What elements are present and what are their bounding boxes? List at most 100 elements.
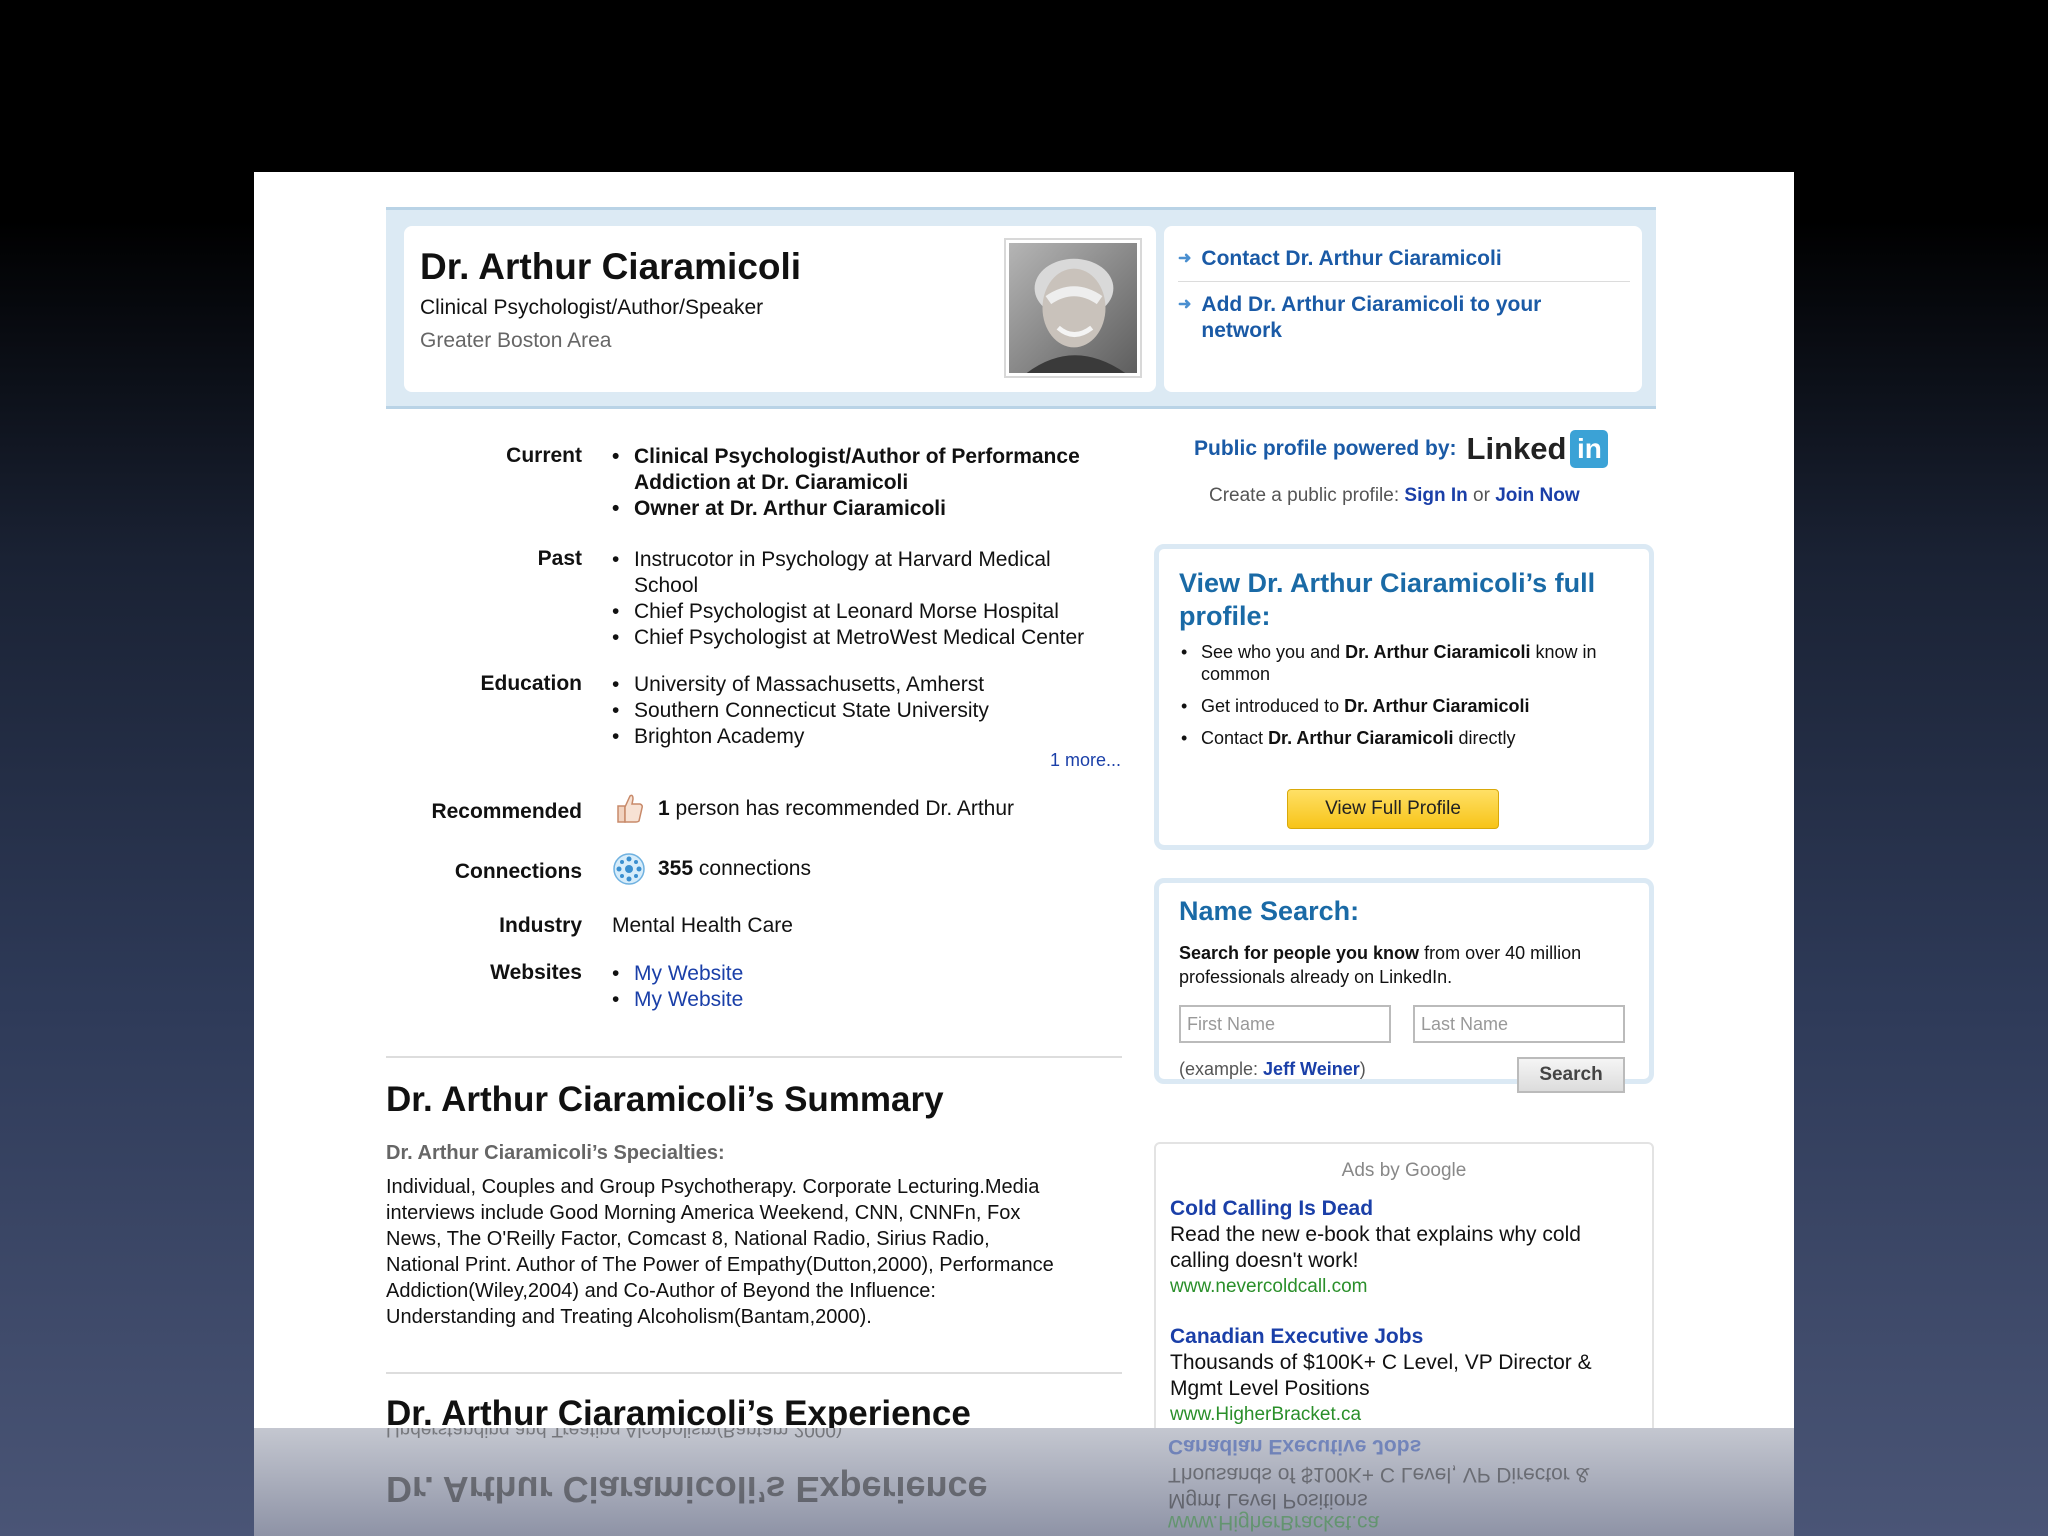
ad-title-link[interactable]: Cold Calling Is Dead	[1170, 1196, 1640, 1222]
divider	[1178, 281, 1630, 282]
slide-reflection: Dr. Arthur Ciaramicoli’s Experience www.…	[254, 1428, 1794, 1536]
linkedin-in-icon: in	[1570, 430, 1609, 468]
connections-icon	[613, 853, 645, 885]
profile-location: Greater Boston Area	[420, 329, 612, 352]
ads-by-google-label: Ads by Google	[1341, 1160, 1467, 1181]
divider	[386, 1372, 1122, 1374]
list-item: Southern Connecticut State University	[610, 698, 989, 724]
industry-value: Mental Health Care	[612, 914, 793, 937]
list-item: Clinical Psychologist/Author of Performa…	[610, 444, 1080, 496]
list-item: My Website	[610, 961, 743, 987]
search-desc-bold: Search for people you know	[1179, 943, 1420, 963]
list-item: Chief Psychologist at MetroWest Medical …	[610, 625, 1084, 651]
ad-title-link[interactable]: Canadian Executive Jobs	[1170, 1324, 1640, 1350]
full-profile-box: View Dr. Arthur Ciaramicoli’s full profi…	[1154, 544, 1654, 850]
action-card: ➜ Contact Dr. Arthur Ciaramicoli ➜ Add D…	[1164, 226, 1642, 392]
arrow-right-icon: ➜	[1178, 250, 1192, 267]
benefit-text: Get introduced to	[1201, 696, 1340, 716]
recommended-value: 1 person has recommended Dr. Arthur	[612, 792, 1014, 826]
ad-item: Cold Calling Is Dead Read the new e-book…	[1170, 1196, 1640, 1300]
specialties-line: National Print. Author of The Power of E…	[386, 1254, 1054, 1276]
recommended-count: 1	[658, 797, 670, 820]
current-positions: Clinical Psychologist/Author of Performa…	[610, 444, 1080, 522]
contact-link[interactable]: ➜ Contact Dr. Arthur Ciaramicoli	[1178, 246, 1502, 272]
ad-url-link[interactable]: www.nevercoldcall.com	[1170, 1274, 1640, 1300]
first-name-input[interactable]	[1179, 1005, 1391, 1043]
name-search-box: Name Search: Search for people you know …	[1154, 878, 1654, 1093]
reflected-title: Dr. Arthur Ciaramicoli’s Experience	[386, 1469, 988, 1510]
experience-title: Dr. Arthur Ciaramicoli’s Experience	[386, 1394, 971, 1428]
benefit-name: Dr. Arthur Ciaramicoli	[1344, 696, 1530, 716]
past-positions: Instrucotor in Psychology at Harvard Med…	[610, 547, 1084, 651]
reflected-ad-title: Canadian Executive Jobs	[1168, 1435, 1422, 1458]
list-item: My Website	[610, 987, 743, 1013]
view-full-profile-button[interactable]: View Full Profile	[1287, 789, 1499, 829]
connections-count: 355	[658, 857, 694, 880]
linkedin-logo-word: Linked	[1466, 431, 1567, 466]
current-item-text: Clinical Psychologist/Author of Performa…	[634, 445, 1080, 468]
connections-label: Connections	[454, 860, 582, 883]
benefit-name: Dr. Arthur Ciaramicoli	[1268, 728, 1454, 748]
contact-link-label: Contact Dr. Arthur Ciaramicoli	[1201, 247, 1502, 270]
profile-header: Dr. Arthur Ciaramicoli Clinical Psycholo…	[386, 207, 1656, 409]
education-label: Education	[480, 672, 582, 695]
specialties-line: Addiction(Wiley,2004) and Co-Author of B…	[386, 1280, 936, 1302]
industry-label: Industry	[499, 914, 582, 937]
specialties-line: interviews include Good Morning America …	[386, 1202, 1021, 1224]
reflected-ad-line: Mgmt Level Positions	[1168, 1489, 1368, 1512]
websites-label: Websites	[490, 961, 582, 984]
create-profile-text: Create a public profile:	[1209, 485, 1400, 506]
reflected-ad-url: www.HigherBracket.ca	[1168, 1511, 1380, 1534]
example-name-link[interactable]: Jeff Weiner	[1263, 1059, 1360, 1079]
sign-in-link[interactable]: Sign In	[1404, 485, 1467, 506]
slide: Dr. Arthur Ciaramicoli Clinical Psycholo…	[254, 172, 1794, 1428]
add-to-network-link[interactable]: ➜ Add Dr. Arthur Ciaramicoli to your net…	[1178, 292, 1598, 344]
recommended-label: Recommended	[431, 800, 582, 823]
specialties-text: Individual, Couples and Group Psychother…	[386, 1174, 1126, 1330]
recommended-desc: person has recommended Dr. Arthur	[675, 797, 1015, 820]
list-item: Owner at Dr. Arthur Ciaramicoli	[610, 496, 1080, 522]
ad-item: Canadian Executive Jobs Thousands of $10…	[1170, 1324, 1640, 1428]
divider	[386, 1056, 1122, 1058]
list-item: Instrucotor in Psychology at Harvard Med…	[610, 547, 1084, 599]
name-search-title: Name Search:	[1179, 896, 1360, 926]
ad-url-link[interactable]: www.HigherBracket.ca	[1170, 1402, 1640, 1428]
recommended-text: 1 person has recommended Dr. Arthur	[658, 797, 1014, 821]
website-link[interactable]: My Website	[634, 988, 743, 1011]
benefit-text: directly	[1458, 728, 1516, 748]
portrait-image	[1009, 243, 1137, 373]
website-link[interactable]: My Website	[634, 962, 743, 985]
profile-photo	[1004, 238, 1142, 378]
name-search-desc: Search for people you know from over 40 …	[1179, 941, 1639, 989]
benefit-text: Contact	[1201, 728, 1264, 748]
current-item-text: Addiction at Dr. Ciaramicoli	[634, 471, 909, 494]
last-name-input[interactable]	[1413, 1005, 1625, 1043]
powered-by-text: Public profile powered by:	[1194, 437, 1457, 460]
list-item: Chief Psychologist at Leonard Morse Hosp…	[610, 599, 1084, 625]
benefit-name: Dr. Arthur Ciaramicoli	[1345, 642, 1531, 662]
education-list: University of Massachusetts, Amherst Sou…	[610, 672, 989, 750]
list-item: Contact Dr. Arthur Ciaramicoli directly	[1179, 727, 1639, 749]
list-item: Brighton Academy	[610, 724, 989, 750]
more-education-link[interactable]: 1 more...	[1050, 750, 1121, 771]
join-now-link[interactable]: Join Now	[1495, 485, 1579, 506]
or-text: or	[1473, 485, 1490, 506]
specialties-line: News, The O'Reilly Factor, Comcast 8, Na…	[386, 1228, 990, 1250]
full-profile-title-line: profile:	[1179, 601, 1271, 631]
specialties-label: Dr. Arthur Ciaramicoli’s Specialties:	[386, 1142, 725, 1164]
list-item: See who you and Dr. Arthur Ciaramicoli k…	[1179, 641, 1639, 685]
full-profile-benefits: See who you and Dr. Arthur Ciaramicoli k…	[1179, 641, 1639, 759]
reflected-ad-line: Thousands of $100K+ C Level, VP Director…	[1168, 1463, 1590, 1486]
profile-name: Dr. Arthur Ciaramicoli	[420, 246, 802, 287]
websites-list: My Website My Website	[610, 961, 743, 1013]
identity-card: Dr. Arthur Ciaramicoli Clinical Psycholo…	[404, 226, 1156, 392]
ad-text: Thousands of $100K+ C Level, VP Director…	[1170, 1351, 1592, 1400]
connections-desc: connections	[698, 857, 811, 880]
past-label: Past	[537, 547, 582, 570]
linkedin-logo[interactable]: Linked in	[1467, 430, 1609, 468]
example-text: )	[1359, 1059, 1366, 1079]
summary-title: Dr. Arthur Ciaramicoli’s Summary	[386, 1080, 944, 1119]
search-button[interactable]: Search	[1517, 1057, 1625, 1093]
profile-headline: Clinical Psychologist/Author/Speaker	[420, 296, 764, 319]
thumbs-up-icon	[617, 794, 643, 823]
